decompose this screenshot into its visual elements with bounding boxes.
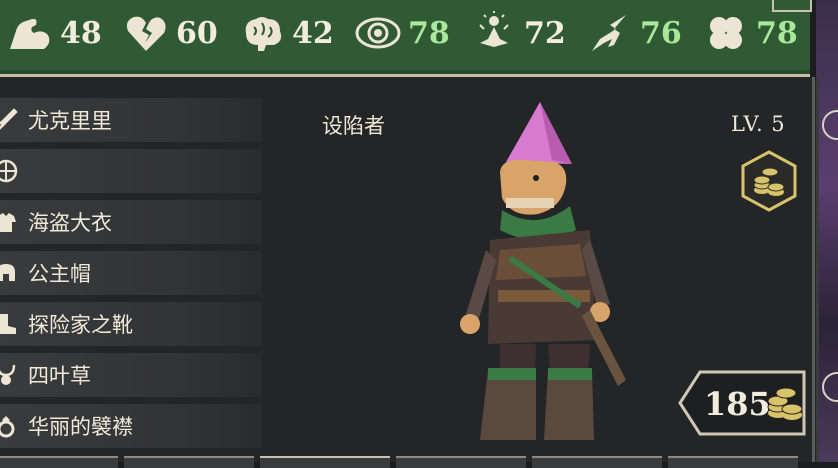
equipment-slot-accessory[interactable]: 华丽的襞襟 [0, 404, 262, 448]
coin-stack-icon[interactable] [740, 150, 798, 212]
equipment-slot-label: 公主帽 [28, 262, 91, 286]
inventory-tab[interactable] [396, 456, 526, 468]
equipment-slot-label: 探险家之靴 [28, 313, 133, 337]
equipment-slot-neck[interactable]: 四叶草 [0, 353, 262, 397]
equipment-slot-offhand[interactable] [0, 149, 262, 193]
stat-strength[interactable]: 48 [6, 6, 102, 60]
four-leaf-clover-icon [710, 17, 742, 49]
inventory-tab[interactable] [260, 456, 390, 468]
inventory-tab[interactable] [124, 456, 254, 468]
stat-value: 42 [292, 15, 334, 51]
background-scenery [816, 0, 838, 462]
stat-value: 78 [756, 15, 798, 51]
stat-health[interactable]: 60 [122, 6, 218, 60]
equipment-slot-label: 尤克里里 [28, 109, 112, 133]
shield-icon [0, 159, 18, 183]
inventory-tab[interactable] [0, 456, 118, 468]
equipment-slot-weapon[interactable]: 尤克里里 [0, 98, 262, 142]
stat-value: 76 [640, 15, 682, 51]
armor-icon [0, 213, 16, 232]
ring-icon [0, 416, 15, 438]
stat-intelligence[interactable]: 42 [238, 6, 334, 60]
boot-icon [0, 314, 16, 334]
brain-icon [245, 17, 282, 51]
stat-perception[interactable]: 78 [354, 6, 450, 60]
equipment-slot-head[interactable]: 公主帽 [0, 251, 262, 295]
helmet-icon [0, 264, 15, 281]
character-model [460, 102, 626, 440]
eye-icon [355, 17, 401, 49]
stat-agility[interactable]: 76 [586, 6, 682, 60]
coin-pile-icon [767, 387, 803, 420]
stat-value: 60 [176, 15, 218, 51]
character-level: LV. 5 [731, 112, 786, 136]
meditation-figure-icon [479, 11, 509, 47]
equipment-slot-label: 四叶草 [28, 364, 91, 388]
panel-border [812, 77, 815, 462]
equipment-slot-body[interactable]: 海盗大衣 [0, 200, 262, 244]
stat-value: 72 [524, 15, 566, 51]
equipment-slot-label: 华丽的襞襟 [28, 415, 133, 439]
broken-heart-icon [126, 16, 166, 52]
amulet-icon [0, 364, 16, 385]
corner-ornament [772, 0, 812, 12]
running-figure-icon [592, 15, 626, 51]
inventory-tab[interactable] [668, 456, 798, 468]
stat-spirit[interactable]: 72 [470, 6, 566, 60]
dagger-icon [0, 108, 18, 130]
stat-luck[interactable]: 78 [702, 6, 798, 60]
equipment-slot-feet[interactable]: 探险家之靴 [0, 302, 262, 346]
ornament-ring-icon [822, 110, 838, 140]
character-class-name: 设陷者 [322, 114, 385, 138]
gold-amount: 185 [704, 385, 771, 423]
stats-bar: 48 60 42 78 72 76 78 [0, 0, 810, 77]
stat-value: 78 [408, 15, 450, 51]
stat-value: 48 [60, 15, 102, 51]
inventory-tab[interactable] [532, 456, 662, 468]
muscle-arm-icon [10, 18, 50, 49]
ornament-ring-icon [822, 372, 838, 402]
equipment-slot-label: 海盗大衣 [28, 211, 112, 235]
